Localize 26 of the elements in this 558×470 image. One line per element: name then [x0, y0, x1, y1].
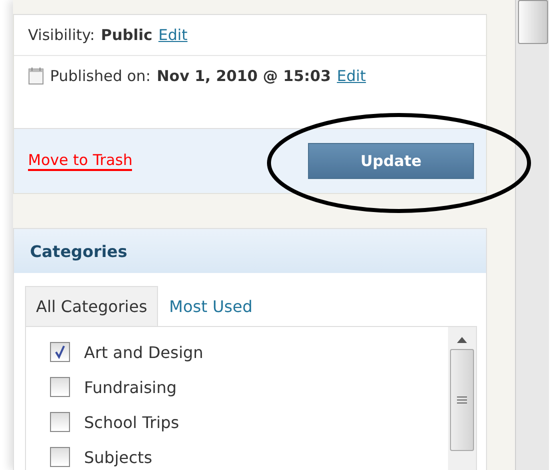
visibility-value: Public [100, 26, 152, 44]
checkbox[interactable] [50, 342, 70, 362]
checkbox[interactable] [50, 377, 70, 397]
checkbox[interactable] [50, 412, 70, 432]
scroll-thumb[interactable] [450, 349, 474, 451]
category-label: Art and Design [84, 342, 204, 362]
category-label: Subjects [84, 448, 152, 466]
page-scroll-thumb[interactable] [518, 0, 548, 44]
categories-title: Categories [30, 242, 128, 260]
visibility-label: Visibility: [28, 26, 95, 44]
move-to-trash-link[interactable]: Move to Trash [28, 151, 132, 171]
edit-link[interactable]: Edit [336, 67, 366, 85]
published-label: Published on: [50, 67, 151, 85]
category-tab[interactable]: All Categories [25, 286, 158, 326]
checkbox[interactable] [50, 447, 70, 467]
scroll-up-icon[interactable] [457, 337, 467, 343]
published-date: Nov 1, 2010 @ 15:03 [156, 67, 331, 85]
edit-link[interactable]: Edit [158, 26, 188, 44]
scrollbar[interactable] [448, 327, 476, 470]
update-button[interactable]: Update [308, 143, 474, 179]
category-label: School Trips [84, 412, 180, 432]
page-scrollbar[interactable] [515, 0, 549, 470]
checkmark-icon [53, 345, 67, 359]
calendar-icon [28, 67, 44, 85]
category-label: Fundraising [84, 378, 177, 396]
category-tab[interactable]: Most Used [158, 286, 264, 326]
